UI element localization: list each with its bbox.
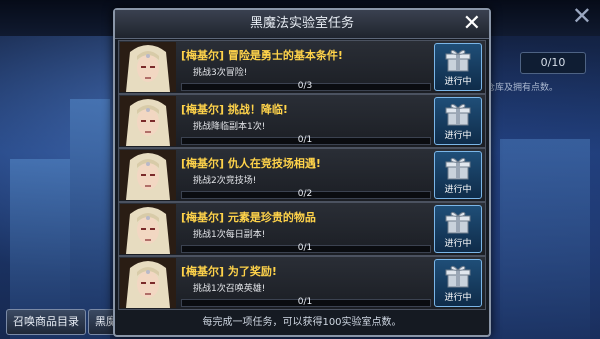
modal-title: 黑魔法实验室任务	[249, 16, 354, 31]
gift-box-icon	[445, 265, 471, 288]
status-label: 进行中	[444, 239, 472, 249]
in-progress-button[interactable]: 进行中	[434, 205, 482, 253]
quest-row: [梅基尔] 挑战！降临! 挑战降临副本1次! 0/1 进行中	[118, 94, 486, 148]
quest-row: [梅基尔] 冒险是勇士的基本条件! 挑战3次冒险! 0/3 进行中	[118, 40, 486, 94]
status-label: 进行中	[444, 185, 472, 195]
progress-text: 0/1	[297, 297, 313, 307]
quest-title: [梅基尔] 冒险是勇士的基本条件!	[181, 49, 343, 62]
quest-title: [梅基尔] 挑战！降临!	[181, 103, 288, 116]
status-label: 进行中	[444, 293, 472, 303]
quest-row: [梅基尔] 为了奖励! 挑战1次召唤英雄! 0/1 进行中	[118, 256, 486, 310]
footer-text: 每完成一项任务，可以获得100实验室点数。	[202, 317, 402, 328]
quest-title: [梅基尔] 元素是珍贵的物品	[181, 211, 316, 224]
in-progress-button[interactable]: 进行中	[434, 97, 482, 145]
quest-description: 挑战3次冒险!	[193, 68, 248, 78]
progress-text: 0/2	[297, 189, 313, 199]
quest-description: 挑战1次召唤英雄!	[193, 284, 266, 294]
gift-box-icon	[445, 211, 471, 234]
character-portrait	[120, 96, 176, 146]
background-tower	[70, 99, 110, 339]
character-portrait	[120, 258, 176, 308]
background-counter: 0/10	[520, 52, 586, 74]
gift-box-icon	[445, 103, 471, 126]
character-portrait	[120, 204, 176, 254]
gift-box-icon	[445, 49, 471, 72]
in-progress-button[interactable]: 进行中	[434, 151, 482, 199]
quest-description: 挑战1次每日副本!	[193, 230, 266, 240]
background-close-icon[interactable]: ✕	[572, 4, 592, 28]
close-icon[interactable]: ✕	[463, 12, 481, 36]
status-label: 进行中	[444, 131, 472, 141]
in-progress-button[interactable]: 进行中	[434, 43, 482, 91]
progress-text: 0/1	[297, 243, 313, 253]
progress-text: 0/3	[297, 81, 313, 91]
status-label: 进行中	[444, 77, 472, 87]
background-hint-text: 仓库及拥有点数。	[486, 83, 559, 93]
character-portrait	[120, 150, 176, 200]
modal-footer: 每完成一项任务，可以获得100实验室点数。	[115, 310, 489, 330]
quest-modal: 黑魔法实验室任务 ✕ [梅基尔] 冒险是勇士的基本条件! 挑战3次冒险! 0/3…	[113, 8, 491, 337]
quest-description: 挑战2次竞技场!	[193, 176, 257, 186]
progress-text: 0/1	[297, 135, 313, 145]
quest-title: [梅基尔] 仇人在竞技场相遇!	[181, 157, 321, 170]
quest-row: [梅基尔] 元素是珍贵的物品 挑战1次每日副本! 0/1 进行中	[118, 202, 486, 256]
quest-description: 挑战降临副本1次!	[193, 122, 266, 132]
gift-box-icon	[445, 157, 471, 180]
summon-catalog-button[interactable]: 召唤商品目录	[6, 309, 86, 335]
quest-row: [梅基尔] 仇人在竞技场相遇! 挑战2次竞技场! 0/2 进行中	[118, 148, 486, 202]
character-portrait	[120, 42, 176, 92]
background-tower	[500, 139, 590, 339]
quest-title: [梅基尔] 为了奖励!	[181, 265, 277, 278]
in-progress-button[interactable]: 进行中	[434, 259, 482, 307]
modal-header: 黑魔法实验室任务 ✕	[115, 10, 489, 39]
